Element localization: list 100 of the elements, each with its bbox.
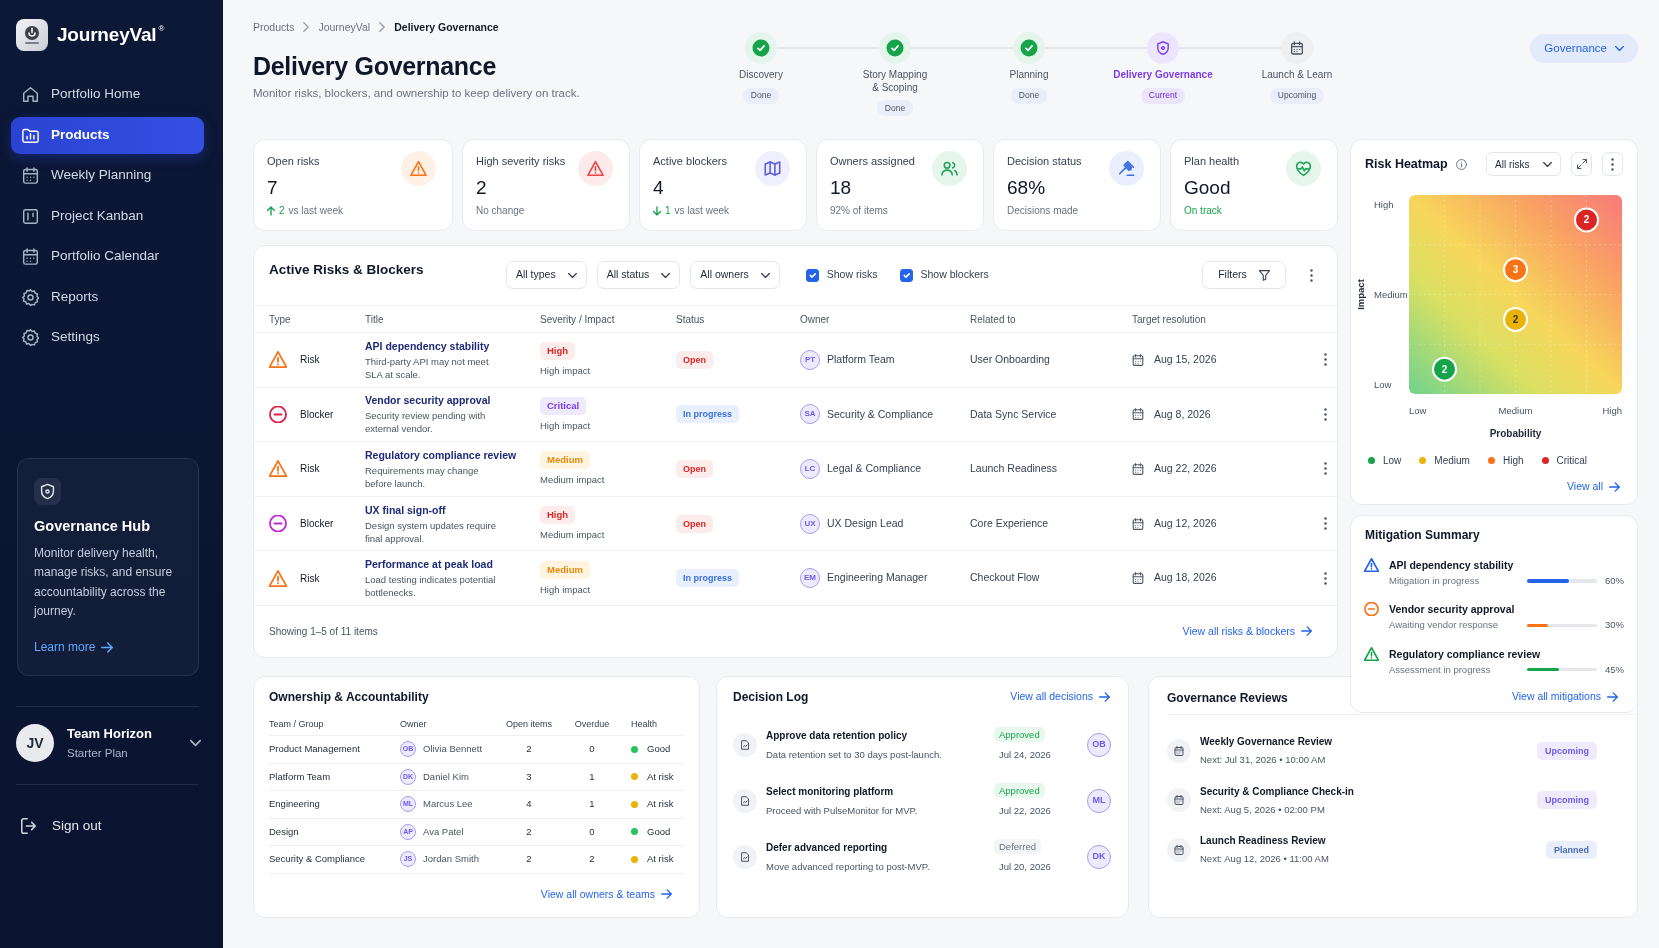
kpi-label: Decision status xyxy=(1007,154,1082,169)
decision-description: Proceed with PulseMonitor for MVP. xyxy=(766,803,919,818)
filter-dropdown[interactable]: All status xyxy=(596,261,681,289)
decision-title: Select monitoring platform xyxy=(766,784,895,799)
decision-title: Approve data retention policy xyxy=(766,728,909,743)
chevron-down-icon xyxy=(1543,160,1552,168)
chevron-down-icon xyxy=(661,271,671,279)
arrow-right-icon xyxy=(1301,626,1312,637)
expand-button[interactable] xyxy=(1571,152,1592,176)
severity-badge: High xyxy=(540,506,576,525)
risk-title-link[interactable]: Vendor security approval xyxy=(365,393,540,408)
nav-item[interactable]: Project Kanban xyxy=(11,197,204,235)
risk-filter-dropdown[interactable]: All risks xyxy=(1486,152,1561,176)
owner-avatar: EM xyxy=(800,568,820,589)
owner-name: Daniel Kim xyxy=(423,769,469,784)
nav-item[interactable]: Portfolio Home xyxy=(11,76,204,113)
calendar-icon xyxy=(1132,517,1144,530)
chevron-down-icon[interactable] xyxy=(190,739,201,748)
home-icon xyxy=(22,86,39,103)
heart-pulse-icon xyxy=(1286,151,1321,186)
column-header: Owner xyxy=(400,717,428,731)
mitigation-status: Assessment in progress xyxy=(1389,662,1492,677)
calendar-icon xyxy=(1167,788,1191,812)
calendar-icon xyxy=(1132,408,1144,421)
target-date: Aug 22, 2026 xyxy=(1154,461,1217,477)
progress-percent: 60% xyxy=(1604,574,1624,588)
chevron-down-icon xyxy=(1615,45,1624,52)
nav-item[interactable]: Weekly Planning xyxy=(11,157,204,194)
chevron-down-icon xyxy=(760,271,770,279)
legend-label: Low xyxy=(1383,454,1402,468)
kpi-note: vs last week xyxy=(674,204,730,218)
phase-dropdown[interactable]: Governance xyxy=(1530,34,1638,63)
more-button[interactable] xyxy=(1602,152,1623,176)
mitigation-status: Mitigation in progress xyxy=(1389,574,1481,589)
team-name: Security & Compliance xyxy=(269,852,367,867)
sign-out-button[interactable]: Sign out xyxy=(20,816,102,837)
user-avatar: JV xyxy=(16,724,54,763)
warning-icon xyxy=(1364,646,1379,661)
breadcrumb-link[interactable]: JourneyVal xyxy=(318,20,371,34)
overdue-count: 2 xyxy=(588,852,596,867)
decision-status: Approved xyxy=(994,783,1045,798)
more-icon xyxy=(1323,517,1327,531)
review-title: Weekly Governance Review xyxy=(1200,735,1334,749)
kpi-label: Active blockers xyxy=(653,154,728,169)
logo-icon xyxy=(16,19,48,51)
document-icon xyxy=(733,732,757,757)
health-text: At risk xyxy=(647,769,674,784)
view-all-link[interactable]: View all owners & teams xyxy=(540,886,672,903)
view-all-link[interactable]: View all risks & blockers xyxy=(1182,623,1312,640)
filters-button[interactable]: Filters xyxy=(1202,261,1286,289)
panel-title: Decision Log xyxy=(733,689,809,705)
team-name: Platform Team xyxy=(269,769,332,784)
review-schedule: Next: Jul 31, 2026 • 10:00 AM xyxy=(1200,753,1327,767)
open-count: 3 xyxy=(525,769,533,784)
legend-label: Critical xyxy=(1556,454,1588,468)
view-all-link[interactable]: View all mitigations xyxy=(1511,688,1618,705)
risk-title-link[interactable]: Performance at peak load xyxy=(365,557,540,572)
risk-title-link[interactable]: UX final sign-off xyxy=(365,502,540,517)
folder-chart-icon xyxy=(22,126,39,144)
checkbox[interactable] xyxy=(899,268,913,282)
nav-item[interactable]: Settings xyxy=(11,319,204,356)
learn-more-link[interactable]: Learn more xyxy=(34,638,114,657)
decision-status: Approved xyxy=(994,727,1045,742)
review-schedule: Next: Aug 12, 2026 • 11:00 AM xyxy=(1200,852,1330,866)
owner-avatar: OB xyxy=(1087,732,1111,757)
checkbox[interactable] xyxy=(805,268,819,282)
review-title: Launch Readiness Review xyxy=(1200,834,1327,848)
decision-date: Jul 22, 2026 xyxy=(999,804,1051,818)
filter-dropdown[interactable]: All types xyxy=(506,261,587,289)
kpi-value: 68% xyxy=(1007,176,1047,200)
review-status: Upcoming xyxy=(1537,741,1597,760)
breadcrumb-link[interactable]: Products xyxy=(253,20,295,34)
arrow-right-icon xyxy=(1609,481,1620,492)
risk-title-link[interactable]: API dependency stability xyxy=(365,338,540,353)
nav-item[interactable]: Portfolio Calendar xyxy=(11,238,204,275)
owner-name: Olivia Bennett xyxy=(423,742,483,757)
view-all-link[interactable]: View all xyxy=(1567,479,1620,495)
decision-title: Defer advanced reporting xyxy=(766,840,889,855)
risk-count-bubble[interactable]: 2 xyxy=(1574,207,1599,233)
severity-badge: High xyxy=(540,342,576,361)
risk-description: Design system updates require final approval. xyxy=(365,518,497,545)
plan-name: Starter Plan xyxy=(67,746,129,762)
arrow-right-icon xyxy=(661,889,672,900)
step-label: Launch & Learn xyxy=(1261,69,1333,82)
owner-name: Jordan Smith xyxy=(423,852,479,867)
health-text: At risk xyxy=(647,852,674,867)
step-status: Done xyxy=(742,87,780,104)
owner-name: Engineering Manager xyxy=(827,570,928,586)
status-badge: In progress xyxy=(676,405,739,424)
nav-item[interactable]: Products xyxy=(11,116,204,154)
kpi-label: Plan health xyxy=(1184,154,1240,169)
more-icon xyxy=(1323,407,1327,421)
axis-title: Impact xyxy=(1355,279,1366,310)
decision-description: Data retention set to 30 days post-launch. xyxy=(766,747,943,762)
risk-title-link[interactable]: Regulatory compliance review xyxy=(365,448,540,462)
filter-dropdown[interactable]: All owners xyxy=(690,261,780,289)
calendar-icon xyxy=(1132,353,1144,366)
decision-date: Jul 20, 2026 xyxy=(999,860,1051,874)
nav-item[interactable]: Reports xyxy=(11,278,204,316)
view-all-link[interactable]: View all decisions xyxy=(1010,689,1110,705)
